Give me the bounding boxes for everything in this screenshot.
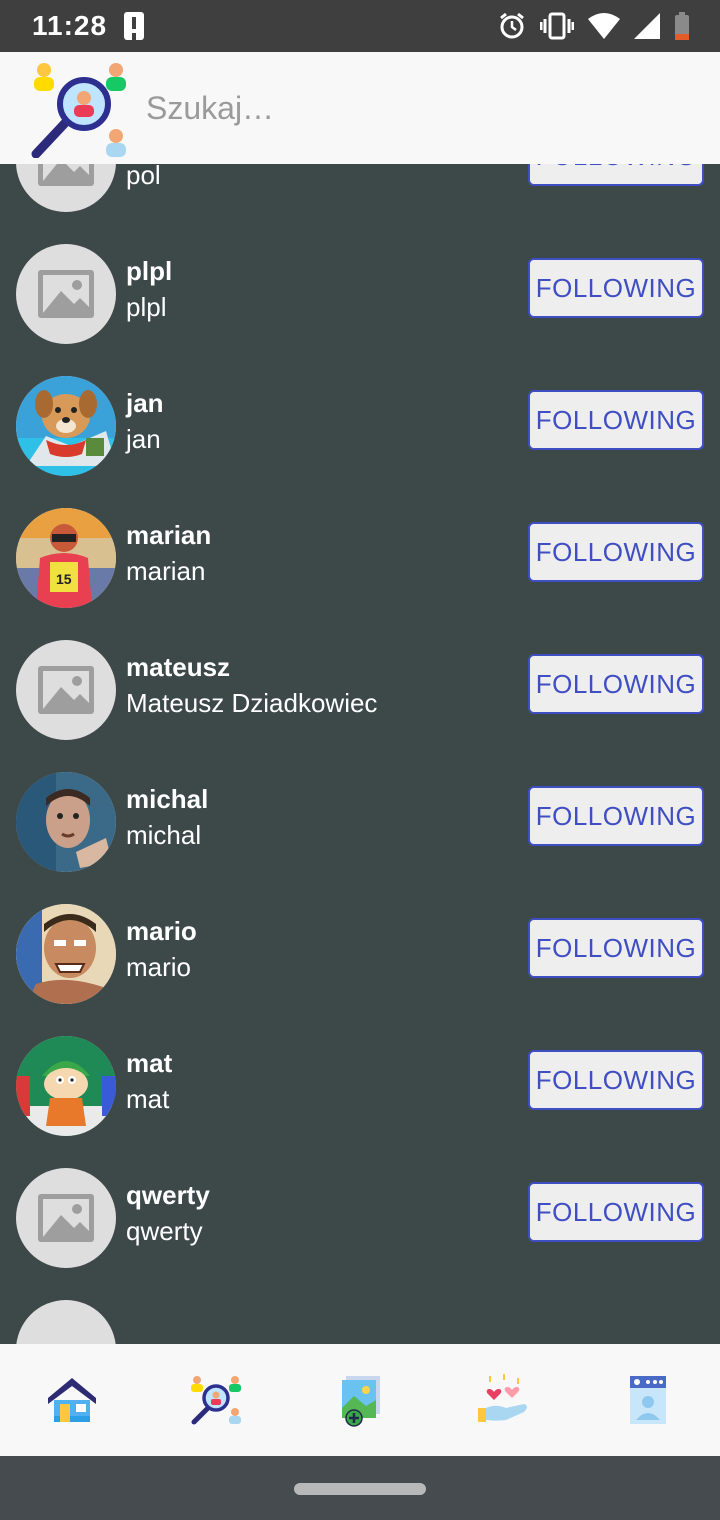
signal-icon <box>634 13 660 39</box>
full-name: michal <box>126 820 202 850</box>
search-people-icon <box>191 1376 241 1425</box>
list-item[interactable]: qwerty qwerty FOLLOWING <box>0 1152 720 1284</box>
placeholder-image-icon <box>38 164 94 186</box>
full-name: Mateusz Dziadkowiec <box>126 688 378 718</box>
full-name: jan <box>126 424 161 454</box>
following-button[interactable]: FOLLOWING <box>528 1182 704 1242</box>
profile-card-icon <box>630 1376 666 1424</box>
username: qwerty <box>126 1180 210 1210</box>
list-item[interactable]: michal michal FOLLOWING <box>0 756 720 888</box>
following-button[interactable]: FOLLOWING <box>528 164 704 186</box>
avatar-placeholder[interactable] <box>16 244 116 344</box>
following-button[interactable]: FOLLOWING <box>528 390 704 450</box>
cartoon-man-photo <box>16 904 116 1004</box>
wifi-icon <box>588 13 620 39</box>
list-item[interactable]: mat mat FOLLOWING <box>0 1020 720 1152</box>
racer-photo: 15 <box>16 508 116 608</box>
search-input[interactable] <box>146 82 686 134</box>
search-header <box>0 52 720 164</box>
alert-icon <box>124 12 144 40</box>
list-item[interactable]: pol pol FOLLOWING <box>0 164 720 228</box>
username: michal <box>126 784 209 814</box>
placeholder-image-icon <box>38 666 94 714</box>
username: marian <box>126 520 212 550</box>
search-people-logo-icon <box>31 63 126 158</box>
avatar-placeholder[interactable] <box>16 1168 116 1268</box>
status-time: 11:28 <box>32 10 108 41</box>
username: mat <box>126 1048 173 1078</box>
man-photo <box>16 772 116 872</box>
avatar-placeholder[interactable] <box>16 1300 116 1344</box>
bottom-navigation <box>0 1344 720 1456</box>
home-icon <box>48 1378 96 1422</box>
battery-icon <box>675 12 689 40</box>
system-navigation-bar <box>0 1456 720 1520</box>
following-button[interactable]: FOLLOWING <box>528 258 704 318</box>
placeholder-image-icon <box>38 270 94 318</box>
avatar-man-photo[interactable] <box>16 772 116 872</box>
nav-home[interactable] <box>0 1344 144 1456</box>
hearts-hand-icon <box>478 1374 527 1422</box>
list-item[interactable]: jan jan FOLLOWING <box>0 360 720 492</box>
nav-activity[interactable] <box>432 1344 576 1456</box>
avatar-cartoon-man-photo[interactable] <box>16 904 116 1004</box>
nav-profile[interactable] <box>576 1344 720 1456</box>
user-list-viewport[interactable]: pol pol FOLLOWING plpl plpl FOLLOWING <box>0 164 720 1344</box>
full-name: marian <box>126 556 206 586</box>
home-gesture-handle[interactable] <box>294 1483 426 1495</box>
full-name: mat <box>126 1084 170 1114</box>
placeholder-image-icon <box>38 1194 94 1242</box>
list-item[interactable]: mateusz Mateusz Dziadkowiec FOLLOWING <box>0 624 720 756</box>
list-item[interactable]: plpl plpl FOLLOWING <box>0 228 720 360</box>
avatar-placeholder[interactable] <box>16 640 116 740</box>
avatar-racer-photo[interactable]: 15 <box>16 508 116 608</box>
full-name: mario <box>126 952 192 982</box>
add-photo-icon <box>342 1376 380 1427</box>
list-item[interactable]: mario mario FOLLOWING <box>0 888 720 1020</box>
cartoon-kid-photo <box>16 1036 116 1136</box>
username: mario <box>126 916 197 946</box>
following-button[interactable]: FOLLOWING <box>528 1050 704 1110</box>
alarm-icon <box>500 12 524 39</box>
nav-search-people[interactable] <box>144 1344 288 1456</box>
list-item[interactable]: 15 marian marian FOLLOWING <box>0 492 720 624</box>
nav-add-photo[interactable] <box>288 1344 432 1456</box>
vibrate-icon <box>540 12 574 40</box>
following-button[interactable]: FOLLOWING <box>528 522 704 582</box>
following-button[interactable]: FOLLOWING <box>528 918 704 978</box>
avatar-dog-photo[interactable] <box>16 376 116 476</box>
svg-text:15: 15 <box>56 571 72 587</box>
full-name: qwerty <box>126 1216 203 1246</box>
list-item-partial[interactable] <box>0 1284 720 1344</box>
status-bar: 11:28 <box>0 0 720 52</box>
avatar-cartoon-kid-photo[interactable] <box>16 1036 116 1136</box>
full-name: pol <box>126 164 161 190</box>
status-icons <box>498 12 690 40</box>
following-button[interactable]: FOLLOWING <box>528 654 704 714</box>
following-button[interactable]: FOLLOWING <box>528 786 704 846</box>
username: plpl <box>126 256 173 286</box>
username: mateusz <box>126 652 231 682</box>
full-name: plpl <box>126 292 167 322</box>
user-list: pol pol FOLLOWING plpl plpl FOLLOWING <box>0 164 720 1344</box>
username: jan <box>126 388 164 418</box>
dog-photo <box>16 376 116 476</box>
avatar-placeholder[interactable] <box>16 164 116 212</box>
